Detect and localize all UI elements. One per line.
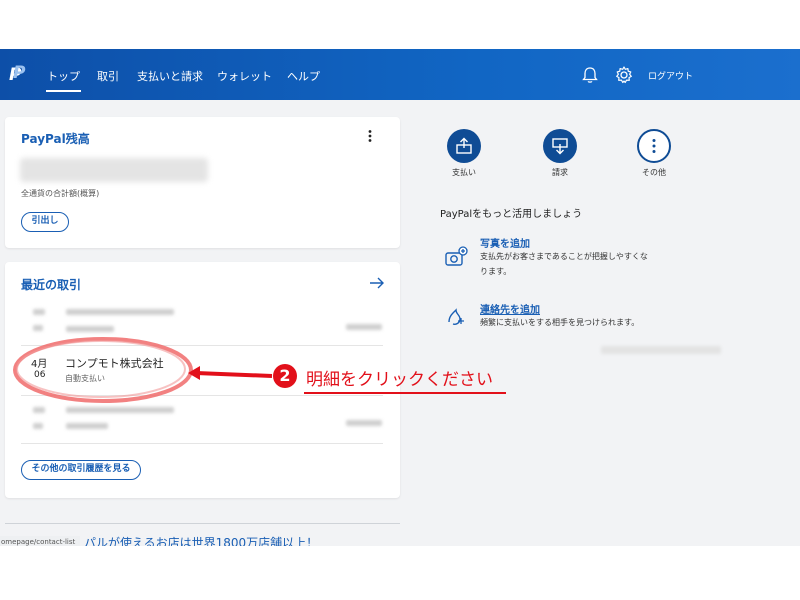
more-actions-label: その他 [642,168,666,177]
blurred-date [33,423,43,429]
withdraw-button[interactable]: 引出し [21,212,69,232]
recent-transactions-title: 最近の取引 [21,278,82,292]
more-actions-button[interactable] [637,129,671,163]
arrow-right-icon[interactable] [369,276,385,290]
paypal-logo[interactable]: PP [9,63,27,85]
add-photo-desc-line2: ります。 [480,267,512,276]
blurred-date [33,325,43,331]
nav-transactions[interactable]: 取引 [97,68,119,84]
send-money-icon [456,137,472,154]
promo-heading: PayPalをもっと活用しましょう [440,209,583,220]
request-money-label: 請求 [552,168,568,177]
blurred-amount [346,324,382,330]
add-photo-icon [445,246,468,266]
nav-wallet[interactable]: ウォレット [217,68,272,84]
banner-text[interactable]: パルが使えるお店は世界1800万店舗以上！ [84,534,318,546]
more-history-button[interactable]: その他の取引履歴を見る [21,460,141,480]
send-money-label: 支払い [452,168,476,177]
add-contact-desc: 頻繁に支払いをする相手を見つけられます。 [480,318,640,327]
balance-card: PayPal残高 全通貨の合計額(概算) 引出し [5,117,400,248]
blurred-date [33,407,45,413]
balance-card-title: PayPal残高 [21,132,90,146]
add-contact-icon [448,308,464,325]
blurred-date [33,309,45,315]
balance-more-icon[interactable] [363,129,377,143]
screenshot-frame: PP トップ 取引 支払いと請求 ウォレット ヘルプ ログアウト PayPal残… [0,0,800,600]
transaction-day: 06 [34,370,46,380]
nav-help[interactable]: ヘルプ [287,68,320,84]
add-contact-link[interactable]: 連絡先を追加 [480,301,540,316]
add-photo-desc-line1: 支払先がお客さまであることが把握しやすくな [480,252,648,261]
transaction-month: 4月 [31,359,48,370]
blurred-content [601,346,721,354]
annotation-step-badge: 2 [273,364,297,388]
more-icon [652,139,656,153]
blurred-name [66,309,174,315]
gear-icon[interactable] [614,65,634,85]
annotation-underline [304,392,506,394]
row-divider [21,443,383,444]
blurred-type [66,326,114,332]
request-money-icon [552,138,568,155]
bell-icon[interactable] [580,65,600,85]
request-money-button[interactable] [543,129,577,163]
paypal-app: PP トップ 取引 支払いと請求 ウォレット ヘルプ ログアウト PayPal残… [0,49,800,546]
transaction-type: 自動支払い [65,374,105,383]
blurred-type [66,423,108,429]
add-photo-link[interactable]: 写真を追加 [480,235,530,250]
bottom-divider [5,523,400,524]
top-navigation-bar: PP トップ 取引 支払いと請求 ウォレット ヘルプ ログアウト [0,49,800,100]
annotation-instruction: 明細をクリックください [306,370,493,390]
transaction-name[interactable]: コンプモト株式会社 [65,355,164,371]
balance-amount-blurred [20,158,208,182]
row-divider [21,395,383,396]
nav-top[interactable]: トップ [46,68,81,92]
row-divider [21,345,383,346]
status-url: omepage/contact-list [0,536,80,546]
blurred-name [66,407,174,413]
logout-link[interactable]: ログアウト [648,69,693,82]
blurred-amount [346,420,382,426]
send-money-button[interactable] [447,129,481,163]
balance-caption: 全通貨の合計額(概算) [21,189,100,198]
nav-payments-and-billing[interactable]: 支払いと請求 [137,68,203,84]
